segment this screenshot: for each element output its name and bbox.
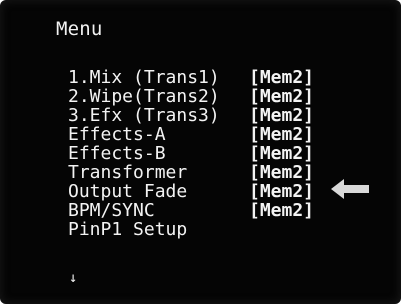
menu-list: 1.Mix (Trans1) [Mem2] 2.Wipe(Trans2) [Me… bbox=[68, 68, 314, 239]
menu-item-label: 3.Efx (Trans3) bbox=[68, 105, 220, 126]
menu-item-label: Output Fade bbox=[68, 181, 188, 202]
menu-item-effects-a[interactable]: Effects-A [Mem2] bbox=[68, 125, 314, 144]
menu-item-label: Transformer bbox=[68, 162, 188, 183]
menu-title: Menu bbox=[56, 18, 103, 40]
menu-item-label: BPM/SYNC bbox=[68, 200, 155, 221]
menu-item-label: PinP1 Setup bbox=[68, 219, 188, 240]
menu-item-memory: [Mem2] bbox=[249, 67, 315, 88]
menu-item-label: 1.Mix (Trans1) bbox=[68, 67, 220, 88]
menu-item-pinp1-setup[interactable]: PinP1 Setup bbox=[68, 220, 187, 239]
menu-screen: Menu 1.Mix (Trans1) [Mem2] 2.Wipe(Trans2… bbox=[0, 0, 401, 304]
menu-item-effects-b[interactable]: Effects-B [Mem2] bbox=[68, 144, 314, 163]
menu-item-transformer[interactable]: Transformer [Mem2] bbox=[68, 163, 314, 182]
menu-item-label: Effects-B bbox=[68, 143, 166, 164]
menu-item-mix-trans1[interactable]: 1.Mix (Trans1) [Mem2] bbox=[68, 68, 314, 87]
menu-item-memory: [Mem2] bbox=[249, 143, 315, 164]
menu-item-output-fade[interactable]: Output Fade [Mem2] bbox=[68, 182, 314, 201]
menu-item-memory: [Mem2] bbox=[249, 86, 315, 107]
menu-item-efx-trans3[interactable]: 3.Efx (Trans3) [Mem2] bbox=[68, 106, 314, 125]
menu-item-memory: [Mem2] bbox=[249, 200, 315, 221]
left-arrow-icon bbox=[331, 179, 369, 199]
scroll-down-icon[interactable]: ↓ bbox=[69, 271, 77, 285]
menu-item-memory: [Mem2] bbox=[249, 124, 315, 145]
menu-item-label: Effects-A bbox=[68, 124, 166, 145]
menu-item-memory: [Mem2] bbox=[249, 162, 315, 183]
menu-item-memory: [Mem2] bbox=[249, 105, 315, 126]
menu-item-label: 2.Wipe(Trans2) bbox=[68, 86, 220, 107]
menu-item-bpm-sync[interactable]: BPM/SYNC [Mem2] bbox=[68, 201, 314, 220]
menu-item-wipe-trans2[interactable]: 2.Wipe(Trans2) [Mem2] bbox=[68, 87, 314, 106]
menu-item-memory: [Mem2] bbox=[249, 181, 315, 202]
